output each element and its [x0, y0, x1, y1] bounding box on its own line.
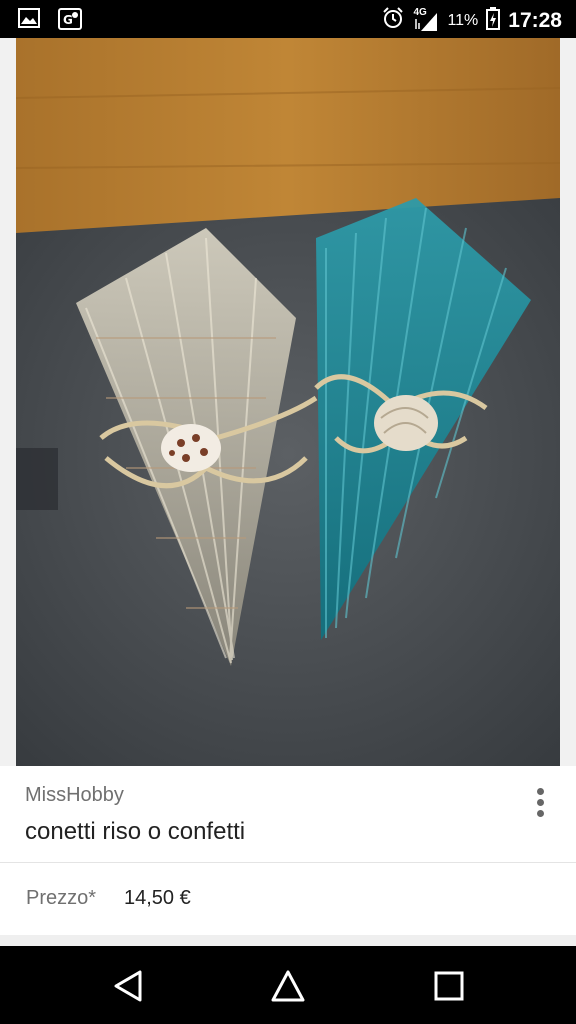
- maps-icon: G: [58, 8, 82, 35]
- product-photo-container: [0, 38, 576, 766]
- listing-card[interactable]: MissHobby conetti riso o confetti: [0, 766, 576, 862]
- section-gap: [0, 935, 576, 946]
- listing-title: conetti riso o confetti: [25, 818, 246, 845]
- back-icon[interactable]: [110, 968, 146, 1004]
- signal-icon: 4G: [413, 7, 439, 33]
- recents-icon[interactable]: [431, 968, 467, 1004]
- price-row: Prezzo* 14,50 €: [0, 863, 576, 935]
- clock: 17:28: [508, 8, 562, 32]
- price-value: 14,50 €: [124, 887, 191, 909]
- home-icon[interactable]: [270, 968, 306, 1004]
- status-bar: G 4G 11% 17:28: [0, 0, 576, 38]
- svg-text:G: G: [63, 13, 73, 27]
- more-options-icon[interactable]: [534, 788, 546, 824]
- alarm-icon: [381, 6, 405, 35]
- navigation-bar: [0, 946, 576, 1024]
- product-photo[interactable]: [16, 38, 560, 766]
- price-label: Prezzo*: [26, 887, 97, 909]
- seller-name[interactable]: MissHobby: [25, 784, 124, 807]
- battery-percent: 11%: [447, 11, 479, 29]
- gallery-icon: [18, 8, 40, 35]
- battery-icon: [486, 6, 501, 35]
